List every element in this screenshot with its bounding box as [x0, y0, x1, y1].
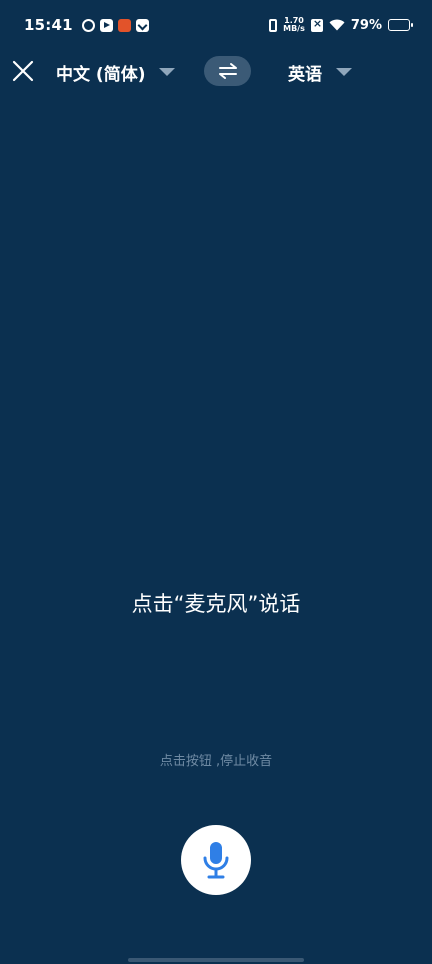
battery-icon — [388, 19, 413, 31]
microphone-button[interactable] — [181, 825, 251, 895]
status-right: 1.70 MB/s 79% — [269, 17, 413, 33]
wifi-icon — [329, 19, 345, 31]
status-left: 15:41 — [24, 16, 149, 34]
network-speed-unit: MB/s — [283, 24, 305, 33]
target-language-selector[interactable]: 英语 — [288, 58, 352, 86]
app-notification-icon — [117, 18, 131, 32]
battery-percent: 79% — [350, 17, 382, 33]
vibrate-icon — [269, 18, 278, 32]
microphone-icon — [203, 842, 229, 879]
swap-arrows-icon — [218, 63, 237, 79]
swap-languages-button[interactable] — [204, 56, 251, 86]
message-icon — [135, 18, 149, 32]
close-icon — [12, 60, 34, 82]
status-bar: 15:41 1.70 MB/s 79% — [0, 0, 432, 50]
stop-hint: 点击按钮 ,停止收音 — [159, 754, 273, 769]
source-language-selector[interactable]: 中文 (简体) — [56, 58, 176, 86]
network-speed: 1.70 MB/s — [283, 17, 305, 33]
no-sim-icon — [310, 17, 323, 32]
source-language-label: 中文 (简体) — [56, 64, 146, 85]
close-button[interactable] — [12, 60, 34, 82]
speak-prompt: 点击“麦克风”说话 — [131, 592, 301, 616]
chevron-down-icon — [336, 68, 352, 76]
chevron-down-icon — [159, 68, 176, 76]
sync-icon — [81, 18, 95, 32]
home-indicator[interactable] — [128, 958, 304, 962]
video-app-icon — [99, 18, 113, 32]
target-language-label: 英语 — [288, 64, 322, 85]
status-time: 15:41 — [24, 16, 73, 34]
language-toolbar: 中文 (简体) 英语 — [0, 50, 432, 94]
